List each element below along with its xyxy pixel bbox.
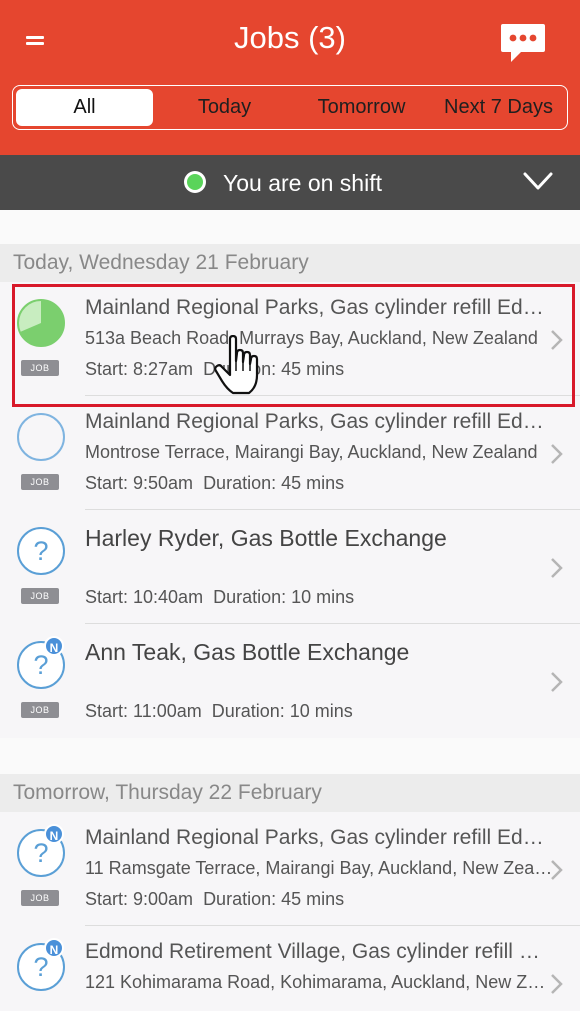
job-row[interactable]: JOB Mainland Regional Parks, Gas cylinde… — [0, 396, 580, 510]
job-type-badge: JOB — [21, 360, 59, 376]
job-duration: Duration: 45 mins — [203, 359, 345, 379]
job-start: Start: 10:40am — [85, 587, 204, 607]
job-times: Start: 10:40am Duration: 10 mins — [85, 587, 354, 608]
question-circle-icon: ? — [17, 527, 65, 575]
job-times: Start: 9:00am Duration: 45 mins — [85, 889, 344, 910]
shift-status-text: You are on shift — [223, 170, 382, 196]
chevron-right-icon — [551, 558, 563, 578]
chevron-right-icon — [551, 860, 563, 880]
job-row[interactable]: ? N JOB Ann Teak, Gas Bottle Exchange St… — [0, 624, 580, 738]
tab-all[interactable]: All — [16, 89, 153, 126]
section-label: Tomorrow, Thursday 22 February — [13, 781, 322, 804]
tab-tomorrow[interactable]: Tomorrow — [293, 86, 430, 129]
job-row[interactable]: JOB Mainland Regional Parks, Gas cylinde… — [0, 282, 580, 396]
progress-pie-icon — [17, 299, 65, 347]
date-filter-tabs: All Today Tomorrow Next 7 Days — [12, 85, 568, 130]
job-duration: Duration: 45 mins — [203, 473, 345, 493]
job-duration: Duration: 45 mins — [203, 889, 345, 909]
section-header-tomorrow: Tomorrow, Thursday 22 February — [0, 774, 580, 812]
chevron-right-icon — [551, 330, 563, 350]
page-title: Jobs (3) — [234, 20, 346, 55]
shift-status-dot — [184, 171, 206, 193]
job-start: Start: 8:27am — [85, 359, 194, 379]
tab-today[interactable]: Today — [156, 86, 293, 129]
job-times: Start: 9:50am Duration: 45 mins — [85, 473, 344, 494]
job-start: Start: 9:00am — [85, 889, 194, 909]
chevron-right-icon — [551, 444, 563, 464]
chevron-down-icon[interactable] — [522, 170, 554, 192]
job-title: Harley Ryder, Gas Bottle Exchange — [85, 525, 447, 551]
new-badge: N — [44, 938, 64, 958]
section-label: Today, Wednesday 21 February — [13, 251, 309, 274]
empty-circle-icon — [17, 413, 65, 461]
svg-text:?: ? — [33, 536, 48, 566]
job-type-badge: JOB — [21, 890, 59, 906]
job-type-badge: JOB — [21, 702, 59, 718]
tab-next-7-days[interactable]: Next 7 Days — [430, 86, 567, 129]
job-type-badge: JOB — [21, 588, 59, 604]
job-title: Ann Teak, Gas Bottle Exchange — [85, 639, 410, 665]
job-row[interactable]: ? N JOB Mainland Regional Parks, Gas cyl… — [0, 812, 580, 926]
job-row[interactable]: ? N Edmond Retirement Village, Gas cylin… — [0, 926, 580, 1011]
job-start: Start: 9:50am — [85, 473, 194, 493]
section-header-today: Today, Wednesday 21 February — [0, 244, 580, 282]
chat-bubble-icon[interactable] — [499, 22, 547, 64]
list-top-spacer — [0, 210, 580, 244]
job-start: Start: 11:00am — [85, 701, 202, 721]
app-header: Jobs (3) All Today Tomorrow Next 7 Days — [0, 0, 580, 155]
job-title: Mainland Regional Parks, Gas cylinder re… — [85, 826, 555, 849]
job-address: 11 Ramsgate Terrace, Mairangi Bay, Auckl… — [85, 858, 555, 878]
job-type-badge: JOB — [21, 474, 59, 490]
job-row[interactable]: ? JOB Harley Ryder, Gas Bottle Exchange … — [0, 510, 580, 624]
job-duration: Duration: 10 mins — [213, 587, 355, 607]
job-times: Start: 8:27am Duration: 45 mins — [85, 359, 344, 380]
list-spacer — [0, 738, 580, 774]
chevron-right-icon — [551, 974, 563, 994]
new-badge: N — [44, 636, 64, 656]
job-times: Start: 11:00am Duration: 10 mins — [85, 701, 353, 722]
job-duration: Duration: 10 mins — [211, 701, 353, 721]
new-badge: N — [44, 824, 64, 844]
job-address: 513a Beach Road, Murrays Bay, Auckland, … — [85, 328, 538, 348]
chevron-right-icon — [551, 672, 563, 692]
job-title: Edmond Retirement Village, Gas cylinder … — [85, 940, 555, 963]
job-address: Montrose Terrace, Mairangi Bay, Auckland… — [85, 442, 538, 462]
job-title: Mainland Regional Parks, Gas cylinder re… — [85, 410, 555, 433]
svg-text:?: ? — [33, 952, 48, 982]
svg-text:?: ? — [33, 838, 48, 868]
svg-text:?: ? — [33, 650, 48, 680]
job-address: 121 Kohimarama Road, Kohimarama, Aucklan… — [85, 972, 555, 992]
job-title: Mainland Regional Parks, Gas cylinder re… — [85, 296, 555, 319]
